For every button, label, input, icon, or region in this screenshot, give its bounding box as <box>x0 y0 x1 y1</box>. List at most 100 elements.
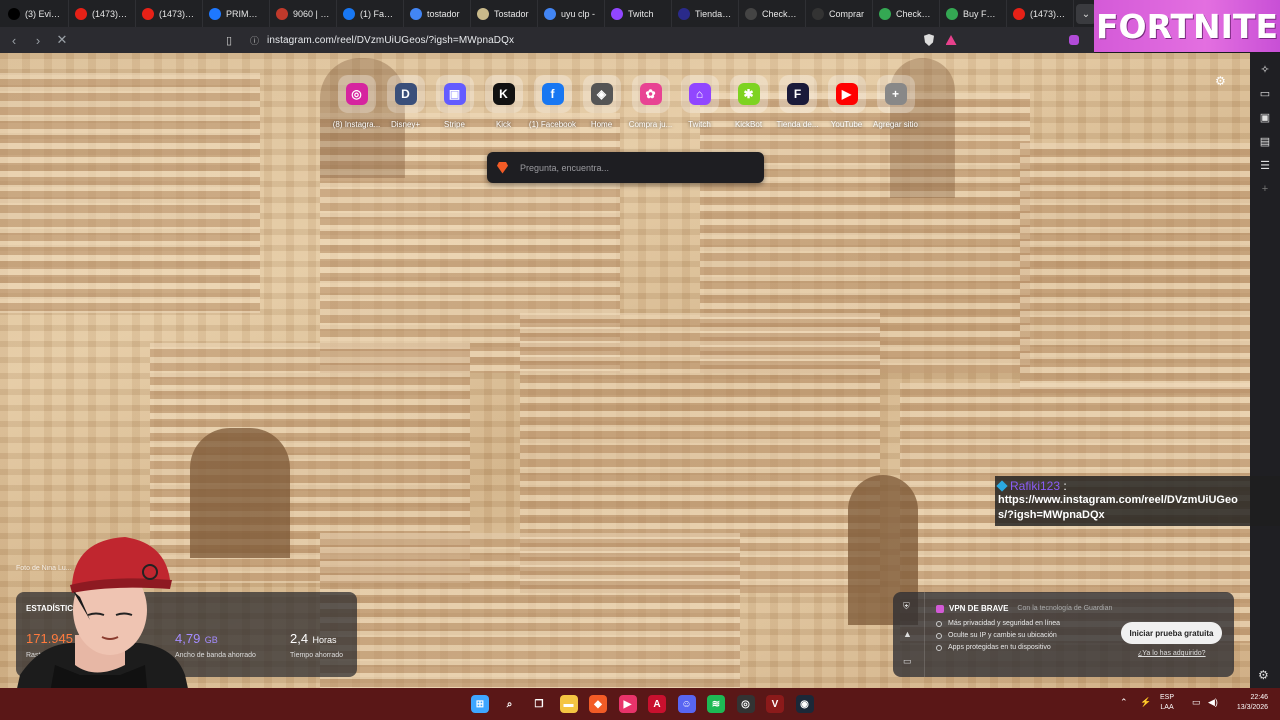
fortnite-icon <box>678 7 690 20</box>
add-sidebar-item-icon[interactable]: + <box>1257 181 1273 197</box>
back-button[interactable]: ‹ <box>4 30 24 50</box>
youtube-icon <box>75 7 87 20</box>
kick-icon: K <box>492 83 515 105</box>
windows-start-icon[interactable]: ⊞ <box>471 695 489 713</box>
show-hidden-icons-icon[interactable]: ⌃ <box>1120 697 1128 708</box>
vpn-feature-text: Más privacidad y seguridad en línea <box>948 620 1061 627</box>
top-site-shortcut[interactable]: ✱ KickBot <box>728 75 769 129</box>
facebook-icon: f <box>541 83 564 105</box>
vpn-widget: ⛨ ▲ ▭ VPN DE BRAVE Con la tecnología de … <box>893 592 1234 677</box>
vpn-shield-icon[interactable]: ⛨ <box>903 601 910 612</box>
browser-tab[interactable]: (1473) Es <box>1007 0 1074 27</box>
leo-ai-icon[interactable]: ✧ <box>1257 61 1273 77</box>
browser-tab[interactable]: Checkout <box>873 0 940 27</box>
browser-tab[interactable]: Twitch <box>605 0 672 27</box>
adobe-icon[interactable]: A <box>648 695 666 713</box>
settings-gear-icon[interactable]: ⚙ <box>1258 668 1269 682</box>
tab-search-button[interactable]: ⌄ <box>1076 4 1096 24</box>
vpn-screen-icon[interactable]: ▭ <box>903 656 912 667</box>
browser-tab[interactable]: (1473) CA <box>136 0 203 27</box>
top-site-shortcut[interactable]: ▣ Stripe <box>434 75 475 129</box>
file-explorer-icon[interactable]: ▬ <box>559 695 578 713</box>
clock-date: 13/3/2026 <box>1236 704 1268 711</box>
browser-tab[interactable]: tostador <box>404 0 471 27</box>
site-info-icon[interactable]: ⓘ <box>250 34 259 47</box>
obs-icon[interactable]: ◎ <box>736 695 755 713</box>
network-tray-icon[interactable]: ⚡ <box>1140 697 1151 708</box>
spotify-icon[interactable]: ≋ <box>707 695 725 713</box>
brave-icon[interactable]: ◆ <box>589 695 607 713</box>
top-site-shortcut[interactable]: F Tienda de... <box>777 75 818 129</box>
top-site-label: Tienda de... <box>776 120 819 129</box>
instagram-icon: ◎ <box>345 83 368 105</box>
youtube-icon <box>1013 7 1025 20</box>
bullet-icon <box>936 644 942 651</box>
wallet-icon[interactable]: ▣ <box>1257 109 1273 125</box>
tab-title: Tienda de <box>695 8 732 19</box>
tab-title: (1473) Es <box>1030 8 1067 19</box>
top-site-shortcut[interactable]: ◈ Home <box>581 75 622 129</box>
start-trial-button[interactable]: Iniciar prueba gratuita <box>1121 622 1222 644</box>
bullet-icon <box>936 620 942 627</box>
chat-username: Rafiki123 <box>1010 479 1061 493</box>
vpn-warning-icon[interactable]: ▲ <box>903 629 912 639</box>
url-field[interactable]: instagram.com/reel/DVzmUiUGeos/?igsh=MWp… <box>267 35 514 46</box>
top-site-shortcut[interactable]: K Kick <box>483 75 524 129</box>
top-site-shortcut[interactable]: f (1) Facebook <box>529 75 576 129</box>
bookmarks-icon[interactable]: ▤ <box>1257 133 1273 149</box>
disney-icon: D <box>394 83 417 105</box>
brave-rewards-icon[interactable] <box>942 31 960 49</box>
forward-button[interactable]: › <box>28 30 48 50</box>
language-indicator[interactable]: ESP LAA <box>1160 693 1174 713</box>
browser-tab[interactable]: (1) Facebo <box>337 0 404 27</box>
stop-loading-button[interactable]: ✕ <box>52 30 72 50</box>
top-site-shortcut[interactable]: ◎ (8) Instagra... <box>333 75 380 129</box>
valorant-icon[interactable]: V <box>766 695 784 713</box>
browser-tab[interactable]: Comprar <box>806 0 873 27</box>
top-site-shortcut[interactable]: ✿ Compra ju... <box>629 75 672 129</box>
time-value: 2,4 <box>290 631 309 646</box>
discord-icon[interactable]: ☺ <box>677 695 696 713</box>
browser-tab[interactable]: PRIME AT <box>203 0 270 27</box>
already-purchased-link[interactable]: ¿Ya lo has adquirido? <box>1138 650 1206 657</box>
volume-tray-icon[interactable]: ◀) <box>1208 697 1218 708</box>
vpn-feature-item: Apps protegidas en tu dispositivo <box>936 644 1060 651</box>
top-site-label: Disney+ <box>390 120 421 129</box>
top-site-label: (8) Instagra... <box>332 120 381 129</box>
customize-gear-icon[interactable]: ⚙ <box>1215 74 1226 88</box>
task-view-icon[interactable]: ❐ <box>530 695 548 713</box>
brave-shields-icon[interactable] <box>920 31 938 49</box>
top-site-shortcut[interactable]: ⌂ Twitch <box>679 75 720 129</box>
top-site-shortcut[interactable]: D Disney+ <box>385 75 426 129</box>
reading-list-icon[interactable]: ☰ <box>1257 157 1273 173</box>
search-input[interactable] <box>518 161 738 174</box>
bookmark-icon[interactable]: ▯ <box>220 31 238 49</box>
top-site-shortcut[interactable]: + Agregar sitio <box>873 75 918 129</box>
browser-tab[interactable]: uyu clp - <box>538 0 605 27</box>
search-box[interactable] <box>487 152 764 183</box>
extension-icon[interactable] <box>1065 31 1083 49</box>
media-player-icon[interactable]: ▶ <box>618 695 637 713</box>
chat-message-text: https://www.instagram.com/reel/DVzmUiUGe… <box>998 494 1238 521</box>
browser-tab[interactable]: (3) Evil m <box>2 0 69 27</box>
display-tray-icon[interactable]: ▭ <box>1192 697 1201 708</box>
browser-tab[interactable]: Tostador <box>471 0 538 27</box>
google-icon <box>544 7 556 20</box>
taskbar-clock[interactable]: 22:46 13/3/2026 <box>1222 693 1268 713</box>
playlist-icon[interactable]: ▭ <box>1257 85 1273 101</box>
tab-title: (1473) CA <box>159 8 196 19</box>
browser-tab[interactable]: (1473) PE <box>69 0 136 27</box>
search-icon[interactable]: ⌕ <box>501 695 519 713</box>
top-site-label: Home <box>590 120 613 129</box>
steam-icon[interactable]: ◉ <box>795 695 814 713</box>
chat-colon: : <box>1063 479 1067 493</box>
tab-title: (3) Evil m <box>25 8 62 19</box>
browser-tab[interactable]: Buy Fortn <box>940 0 1007 27</box>
youtube-icon <box>142 7 154 20</box>
browser-tab[interactable]: Checkout <box>739 0 806 27</box>
top-site-shortcut[interactable]: ▶ YouTube <box>826 75 867 129</box>
browser-tab[interactable]: Tienda de <box>672 0 739 27</box>
lang-line2: LAA <box>1160 704 1174 711</box>
browser-tab[interactable]: 9060 | Bú <box>270 0 337 27</box>
facebook-icon <box>343 7 355 20</box>
